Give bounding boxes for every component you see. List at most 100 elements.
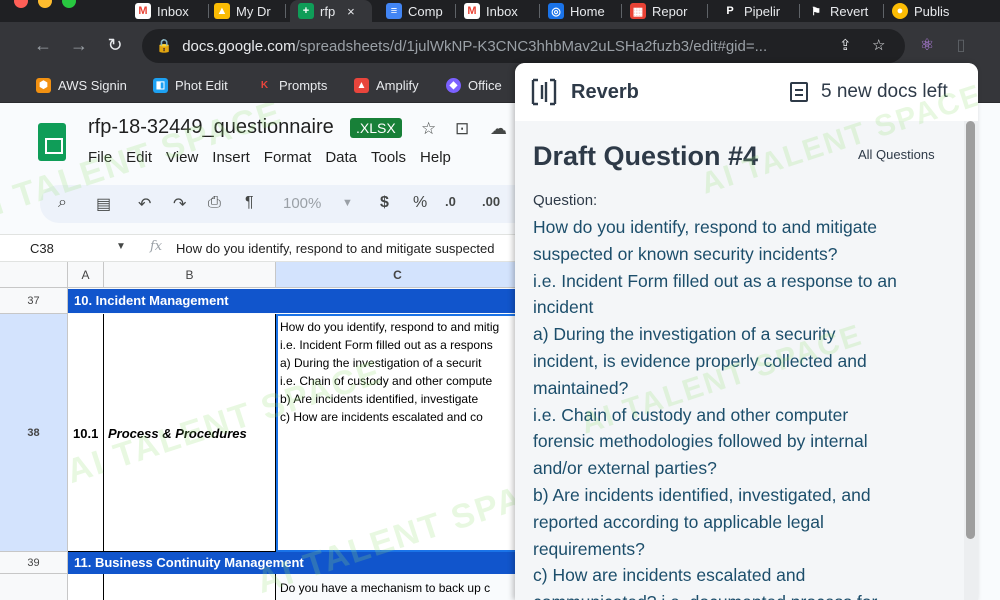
search-menus-icon[interactable]: ⌕: [58, 194, 67, 212]
tab-comp[interactable]: ≡ Comp: [384, 0, 456, 22]
amplify-icon: ▲: [354, 78, 369, 93]
item-label: Process & Procedures: [108, 426, 247, 441]
print-icon[interactable]: ⎙: [208, 194, 221, 212]
document-icon: [790, 82, 808, 102]
tab-inbox-1[interactable]: M Inbox: [133, 0, 209, 22]
pipeline-icon: P: [726, 5, 734, 17]
cell-a40[interactable]: [68, 574, 104, 600]
menu-tools[interactable]: Tools: [371, 149, 406, 166]
prompts-icon: K: [260, 80, 269, 91]
react-extension-icon[interactable]: ⚛: [916, 35, 938, 57]
menu-view[interactable]: View: [166, 149, 198, 166]
gmail-icon: M: [135, 3, 151, 19]
zoom-select[interactable]: 100%: [283, 195, 321, 212]
cloud-status-icon: ☁: [490, 119, 507, 138]
tab-home[interactable]: ◎ Home: [546, 0, 622, 22]
cell-b40[interactable]: [104, 574, 276, 600]
menu-format[interactable]: Format: [264, 149, 312, 166]
share-icon[interactable]: ⇪: [839, 36, 852, 54]
section-header-incident-management[interactable]: 10. Incident Management: [68, 289, 520, 313]
question-text: How do you identify, respond to and miti…: [533, 217, 897, 600]
tab-reverb[interactable]: ⚑ Revert: [806, 0, 884, 22]
lock-icon: 🔒: [156, 38, 173, 53]
move-folder-icon[interactable]: ⊡: [455, 119, 469, 139]
chevron-down-icon[interactable]: ▼: [342, 197, 353, 209]
column-header-a[interactable]: A: [68, 262, 104, 288]
url-path: /spreadsheets/d/1julWkNP-K3CNC3hhbMav2uL…: [295, 37, 768, 55]
draft-question-title: Draft Question #4: [533, 141, 759, 171]
tab-pipeline[interactable]: P Pipelir: [720, 0, 800, 22]
menu-file[interactable]: File: [88, 149, 112, 166]
panel-scrollbar[interactable]: [964, 121, 978, 600]
item-number: 10.1: [73, 426, 99, 441]
cell-selection-outline: [276, 314, 518, 552]
photo-edit-icon: ◧: [153, 78, 168, 93]
bookmark-phot-edit[interactable]: ◧ Phot Edit: [153, 78, 228, 93]
close-icon[interactable]: ×: [347, 4, 355, 19]
docs-left-count: 5 new docs left: [821, 81, 948, 102]
row-header-37[interactable]: 37: [0, 288, 68, 314]
chevron-down-icon[interactable]: ▼: [116, 241, 126, 252]
tab-bar: M Inbox ▲ My Dr + rfp × ≡ Comp M Inbox ◎…: [0, 0, 1000, 22]
url-host: docs.google.com: [182, 37, 296, 55]
bookmark-amplify[interactable]: ▲ Amplify: [354, 78, 419, 93]
undo-icon[interactable]: ↶: [138, 194, 151, 214]
row-header-39[interactable]: 39: [0, 552, 68, 574]
chrome-icon: ●: [892, 3, 908, 19]
bookmark-star-icon[interactable]: ☆: [872, 36, 885, 54]
minimize-window-button[interactable]: [38, 0, 52, 8]
column-header-c[interactable]: C: [276, 262, 520, 288]
tab-publish[interactable]: ● Publis: [890, 0, 970, 22]
increase-decimal-button[interactable]: .00: [482, 194, 500, 209]
sheets-icon: +: [298, 3, 314, 19]
gmail-icon: M: [464, 3, 480, 19]
forward-button[interactable]: →: [68, 35, 90, 56]
drive-icon: ▲: [214, 3, 230, 19]
tab-rfp-sheet[interactable]: + rfp ×: [290, 0, 372, 22]
paint-format-icon[interactable]: ¶: [245, 194, 254, 212]
currency-format-button[interactable]: $: [380, 194, 389, 212]
file-type-badge: .XLSX: [350, 118, 402, 138]
bookmark-prompts[interactable]: K Prompts: [257, 78, 328, 93]
docs-icon: ≡: [386, 3, 402, 19]
close-window-button[interactable]: [14, 0, 28, 8]
document-title[interactable]: rfp-18-32449_questionnaire: [88, 116, 334, 139]
tab-report[interactable]: ▦ Repor: [628, 0, 708, 22]
cell-c40-text[interactable]: Do you have a mechanism to back up c: [280, 581, 490, 595]
tab-inbox-2[interactable]: M Inbox: [462, 0, 540, 22]
reload-button[interactable]: ↻: [104, 35, 126, 56]
row-header-38[interactable]: 38: [0, 314, 68, 552]
star-icon[interactable]: ☆: [421, 119, 436, 139]
decrease-decimal-button[interactable]: .0: [445, 194, 456, 209]
menu-help[interactable]: Help: [420, 149, 451, 166]
column-header-b[interactable]: B: [104, 262, 276, 288]
menu-data[interactable]: Data: [325, 149, 357, 166]
calendar-icon[interactable]: ▤: [96, 194, 111, 214]
reverb-panel: Reverb 5 new docs left Draft Question #4…: [515, 63, 978, 600]
bookmark-aws-signin[interactable]: ⬢ AWS Signin: [36, 78, 127, 93]
menu-bar: File Edit View Insert Format Data Tools …: [88, 149, 451, 166]
percent-format-button[interactable]: %: [413, 194, 427, 212]
scrollbar-thumb[interactable]: [966, 121, 975, 539]
name-box[interactable]: C38: [30, 241, 54, 256]
bookmark-office[interactable]: ◆ Office: [446, 78, 502, 93]
tab-my-drive[interactable]: ▲ My Dr: [212, 0, 286, 22]
all-questions-link[interactable]: All Questions: [858, 147, 935, 162]
redo-icon[interactable]: ↷: [173, 194, 186, 214]
report-icon: ▦: [630, 3, 646, 19]
section-header-business-continuity[interactable]: 11. Business Continuity Management: [68, 552, 520, 574]
menu-edit[interactable]: Edit: [126, 149, 152, 166]
formula-bar: C38 ▼ fx How do you identify, respond to…: [0, 234, 520, 262]
zoom-window-button[interactable]: [62, 0, 76, 8]
row-header-40[interactable]: [0, 574, 68, 600]
sheets-toolbar: ⌕ ▤ ↶ ↷ ⎙ ¶ 100% ▼ $ % .0 .00: [40, 185, 560, 223]
menu-insert[interactable]: Insert: [212, 149, 250, 166]
sidebar-extension-icon[interactable]: ▯: [950, 35, 972, 57]
select-all-corner[interactable]: [0, 262, 68, 288]
office-icon: ◆: [446, 78, 461, 93]
url-field[interactable]: 🔒 docs.google.com /spreadsheets/d/1julWk…: [142, 29, 905, 63]
reverb-brand: Reverb: [571, 81, 639, 103]
formula-input[interactable]: How do you identify, respond to and miti…: [176, 241, 494, 256]
back-button[interactable]: ←: [32, 35, 54, 56]
sheets-logo-icon[interactable]: [38, 123, 66, 161]
